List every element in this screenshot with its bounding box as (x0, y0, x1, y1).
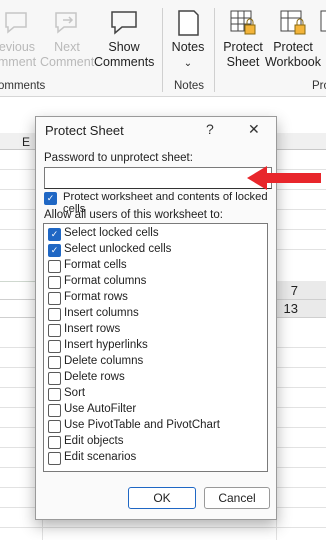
option-label: Format cells (64, 259, 127, 271)
option-checkbox[interactable]: ✓ (48, 228, 61, 241)
red-arrow-annotation (247, 166, 321, 190)
cancel-button[interactable]: Cancel (204, 487, 270, 509)
option-label: Delete columns (64, 355, 144, 367)
ribbon: evious mment Next Comment Show Comments … (0, 0, 326, 97)
close-icon[interactable]: ✕ (248, 121, 260, 138)
password-label: Password to unprotect sheet: (44, 152, 193, 164)
column-header-e[interactable]: E (22, 135, 30, 149)
option-checkbox[interactable]: ✓ (48, 244, 61, 257)
show-comments-label-1: Show (108, 40, 140, 54)
option-checkbox[interactable] (48, 404, 61, 417)
option-label: Insert hyperlinks (64, 339, 148, 351)
option-label: Use PivotTable and PivotChart (64, 419, 220, 431)
option-label: Select locked cells (64, 227, 159, 239)
option-checkbox[interactable] (48, 436, 61, 449)
option-label: Format columns (64, 275, 147, 287)
option-checkbox[interactable] (48, 260, 61, 273)
option-label: Insert columns (64, 307, 139, 319)
option-label: Format rows (64, 291, 128, 303)
notes-label: Notes (171, 40, 205, 54)
allow-edit-ranges-button[interactable] (318, 8, 326, 40)
group-separator (214, 8, 215, 92)
option-label: Insert rows (64, 323, 121, 335)
previous-comment-label-2: mment (0, 55, 37, 69)
chevron-down-icon: ⌄ (183, 58, 193, 69)
next-comment-label-2: Comment (40, 55, 95, 69)
option-checkbox[interactable] (48, 308, 61, 321)
option-label: Edit objects (64, 435, 124, 447)
comment-icon (111, 11, 137, 35)
show-comments-button[interactable]: Show Comments (94, 8, 154, 70)
option-checkbox[interactable] (48, 276, 61, 289)
protect-sheet-dialog: Protect Sheet ? ✕ Password to unprotect … (35, 116, 277, 520)
option-label: Select unlocked cells (64, 243, 172, 255)
option-label: Edit scenarios (64, 451, 137, 463)
protect-sheet-icon (230, 10, 256, 35)
next-comment-button[interactable]: Next Comment (40, 8, 94, 70)
option-label: Use AutoFilter (64, 403, 137, 415)
previous-comment-label-1: evious (0, 40, 36, 54)
cell-value[interactable]: 7 (276, 283, 298, 298)
cell-value[interactable]: 13 (276, 301, 298, 316)
comments-group-label: omments (0, 80, 46, 92)
allow-users-label: Allow all users of this worksheet to: (44, 209, 223, 221)
dialog-title: Protect Sheet (45, 123, 124, 138)
group-separator (162, 8, 163, 92)
protect-workbook-button[interactable]: Protect Workbook (264, 8, 322, 70)
show-comments-label-2: Comments (94, 55, 155, 69)
protect-sheet-label-1: Protect (223, 40, 263, 54)
grid-line (0, 527, 326, 528)
protect-workbook-label-2: Workbook (264, 55, 322, 69)
help-button[interactable]: ? (206, 121, 214, 137)
option-label: Sort (64, 387, 86, 399)
ok-button[interactable]: OK (128, 487, 196, 509)
option-checkbox[interactable] (48, 372, 61, 385)
option-checkbox[interactable] (48, 388, 61, 401)
option-checkbox[interactable] (48, 452, 61, 465)
option-checkbox[interactable] (48, 420, 61, 433)
previous-comment-icon (5, 12, 27, 34)
note-icon (178, 10, 199, 36)
protect-workbook-icon (280, 10, 306, 35)
notes-group-label: Notes (174, 80, 205, 92)
protect-sheet-label-2: Sheet (226, 55, 260, 69)
option-checkbox[interactable] (48, 356, 61, 369)
protect-workbook-label-1: Protect (273, 40, 313, 54)
allow-edit-ranges-icon (320, 10, 326, 32)
protect-group-label: Pro (312, 80, 326, 92)
protect-sheet-button[interactable]: Protect Sheet (218, 8, 268, 70)
password-input[interactable] (44, 167, 272, 189)
next-comment-label-1: Next (54, 40, 80, 54)
previous-comment-button[interactable]: evious mment (0, 8, 40, 70)
next-comment-icon (55, 12, 77, 34)
option-checkbox[interactable] (48, 340, 61, 353)
option-label: Delete rows (64, 371, 125, 383)
option-checkbox[interactable] (48, 324, 61, 337)
protect-worksheet-checkbox[interactable]: ✓ (44, 192, 57, 205)
permissions-list[interactable]: ✓ Select locked cells ✓ Select unlocked … (43, 223, 268, 472)
notes-button[interactable]: Notes ⌄ (168, 8, 208, 71)
option-checkbox[interactable] (48, 292, 61, 305)
